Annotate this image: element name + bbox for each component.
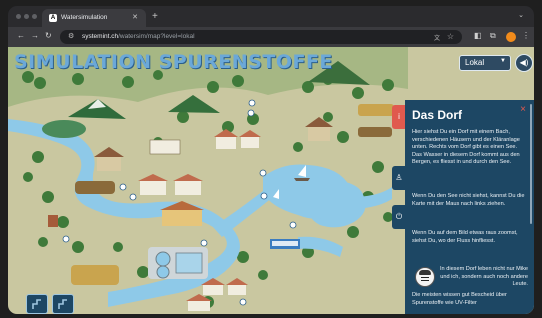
chevron-down-icon: ▼ xyxy=(500,58,506,64)
info-icon[interactable]: i xyxy=(392,105,406,129)
close-tab-icon[interactable]: ✕ xyxy=(132,13,138,21)
panel-title: Das Dorf xyxy=(412,108,463,122)
browser-toolbar: ← → ↻ ⚙ systemint.ch/watersim/map?level=… xyxy=(8,27,534,47)
character-speech: In diesem Dorf leben nicht nur Mike und … xyxy=(412,262,528,312)
browser-tab[interactable]: A Watersimulation ✕ xyxy=(42,9,146,27)
new-tab-button[interactable]: + xyxy=(152,11,158,22)
tab-title: Watersimulation xyxy=(61,14,108,21)
bookmark-star-icon[interactable]: ☆ xyxy=(447,32,454,41)
extension-icon[interactable]: ◧ xyxy=(474,31,482,40)
close-window-dot[interactable] xyxy=(16,14,21,19)
site-info-icon[interactable]: ⚙ xyxy=(68,32,74,40)
reload-icon[interactable]: ↻ xyxy=(45,31,52,40)
speaker-icon[interactable]: ◀) xyxy=(515,54,533,72)
info-panel: × Das Dorf Hier siehst Du ein Dorf mit e… xyxy=(405,100,534,314)
character-avatar xyxy=(415,267,435,287)
power-icon[interactable]: ⏻ xyxy=(392,205,406,229)
browser-menu-icon[interactable]: ⋮ xyxy=(522,31,530,40)
browser-window: A Watersimulation ✕ + ⌄ ← → ↻ ⚙ systemin… xyxy=(8,6,534,314)
panel-paragraph-3: Wenn Du auf dem Bild etwas raus zoomst, … xyxy=(412,230,518,244)
puzzle-icon[interactable]: ⧉ xyxy=(490,31,496,41)
profile-avatar[interactable] xyxy=(506,32,516,42)
panel-paragraph-2: Wenn Du den See nicht siehst, kannst Du … xyxy=(412,193,525,207)
panel-paragraph-1: Hier siehst Du ein Dorf mit einem Bach, … xyxy=(412,129,520,165)
simulation-page: SIMULATION SPURENSTOFFE Lokal ▼ ◀) i ♙ ⏻… xyxy=(8,47,534,314)
tab-search-icon[interactable]: ⌄ xyxy=(518,11,524,19)
url-text: systemint.ch/watersim/map?level=lokal xyxy=(82,33,195,40)
level-select-value: Lokal xyxy=(465,58,485,67)
address-bar[interactable]: ⚙ systemint.ch/watersim/map?level=lokal … xyxy=(60,30,462,44)
speech-text-1: In diesem Dorf leben nicht nur Mike und … xyxy=(440,266,528,287)
close-panel-icon[interactable]: × xyxy=(520,104,526,115)
back-icon[interactable]: ← xyxy=(17,31,25,40)
translate-icon[interactable]: 文 xyxy=(434,33,440,42)
simulation-title: SIMULATION SPURENSTOFFE xyxy=(14,51,333,73)
level-down-icon[interactable] xyxy=(52,294,74,314)
level-up-icon[interactable] xyxy=(26,294,48,314)
favicon-icon: A xyxy=(49,14,57,22)
level-select[interactable]: Lokal ▼ xyxy=(459,55,511,71)
person-icon[interactable]: ♙ xyxy=(392,166,406,190)
panel-scrollbar[interactable] xyxy=(530,104,532,224)
minimize-window-dot[interactable] xyxy=(24,14,29,19)
speech-text-2: Die meisten wissen gut Bescheid über Spu… xyxy=(412,292,507,306)
tab-bar: A Watersimulation ✕ + ⌄ xyxy=(8,6,534,27)
zoom-window-dot[interactable] xyxy=(32,14,37,19)
forward-icon[interactable]: → xyxy=(31,31,39,40)
